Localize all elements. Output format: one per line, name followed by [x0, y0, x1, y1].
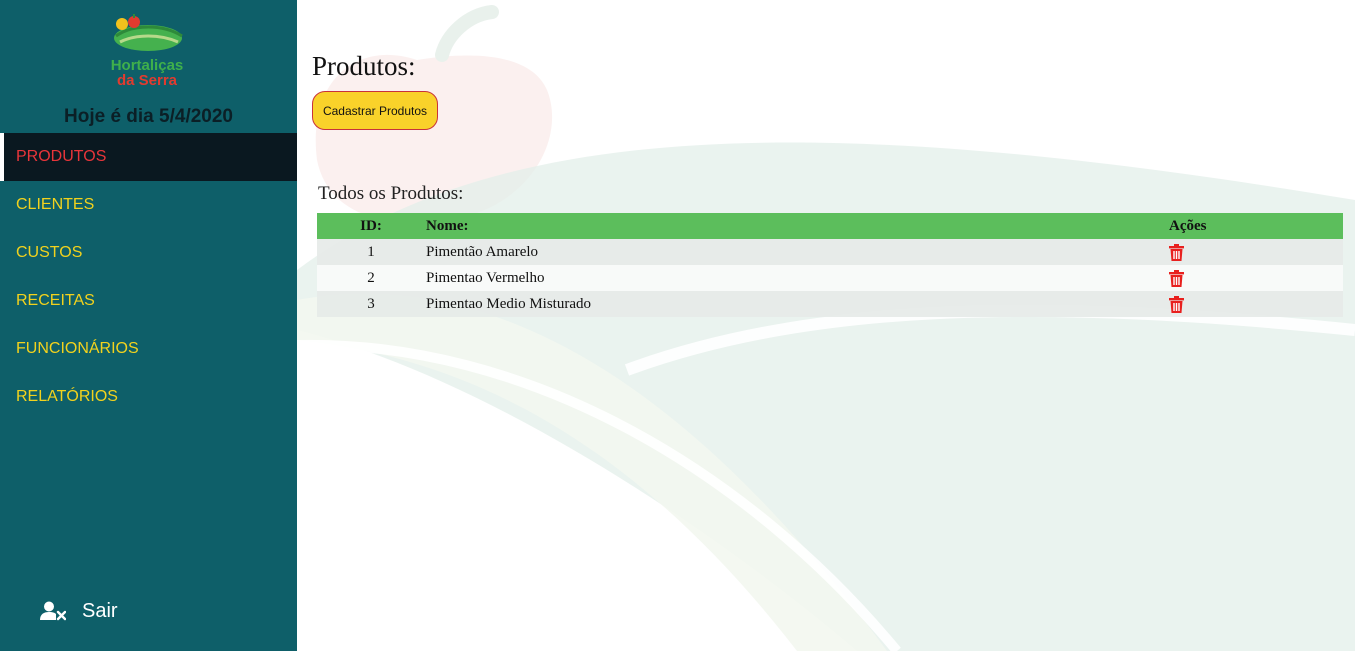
sidebar-item-produtos[interactable]: PRODUTOS — [0, 133, 297, 181]
brand-subname: da Serra — [116, 72, 178, 89]
current-date: Hoje é dia 5/4/2020 — [64, 106, 233, 127]
cell-actions — [1168, 295, 1343, 313]
user-remove-icon — [40, 601, 66, 621]
trash-icon[interactable] — [1169, 243, 1184, 261]
add-product-button[interactable]: Cadastrar Produtos — [312, 91, 438, 130]
brand-name: Hortaliças — [110, 57, 184, 74]
sidebar: Hortaliças da Serra Hoje é dia 5/4/2020 … — [0, 0, 297, 651]
sidebar-item-funcionarios[interactable]: FUNCIONÁRIOS — [0, 325, 297, 373]
cell-id: 3 — [367, 295, 375, 312]
table-row: 3 Pimentao Medio Misturado — [317, 291, 1343, 317]
brand-logo[interactable]: Hortaliças da Serra — [104, 14, 194, 90]
products-table: ID: Nome: Ações 1 Pimentão Amarelo 2 Pim… — [317, 213, 1343, 317]
cell-actions — [1168, 269, 1343, 287]
sidebar-item-receitas[interactable]: RECEITAS — [0, 277, 297, 325]
sidebar-item-relatorios[interactable]: RELATÓRIOS — [0, 373, 297, 421]
sidebar-item-clientes[interactable]: CLIENTES — [0, 181, 297, 229]
products-list-title: Todos os Produtos: — [318, 183, 464, 204]
trash-icon[interactable] — [1169, 269, 1184, 287]
sidebar-nav: PRODUTOS CLIENTES CUSTOS RECEITAS FUNCIO… — [0, 133, 297, 421]
cell-name: Pimentao Vermelho — [426, 269, 545, 286]
cell-id: 2 — [367, 269, 375, 286]
cell-actions — [1168, 243, 1343, 261]
column-header-id: ID: — [360, 217, 382, 234]
column-header-actions: Ações — [1169, 217, 1207, 234]
logout-label: Sair — [82, 599, 118, 622]
cell-name: Pimentão Amarelo — [426, 243, 539, 260]
trash-icon[interactable] — [1169, 295, 1184, 313]
logout-button[interactable]: Sair — [40, 598, 118, 624]
sidebar-item-custos[interactable]: CUSTOS — [0, 229, 297, 277]
background-illustration — [297, 5, 1355, 651]
column-header-name: Nome: — [426, 217, 469, 234]
table-header-row: ID: Nome: Ações — [317, 213, 1343, 239]
page-title: Produtos: — [312, 51, 416, 81]
cell-id: 1 — [367, 243, 375, 260]
vegetables-icon — [114, 14, 183, 51]
table-row: 2 Pimentao Vermelho — [317, 265, 1343, 291]
cell-name: Pimentao Medio Misturado — [426, 295, 591, 312]
table-row: 1 Pimentão Amarelo — [317, 239, 1343, 265]
